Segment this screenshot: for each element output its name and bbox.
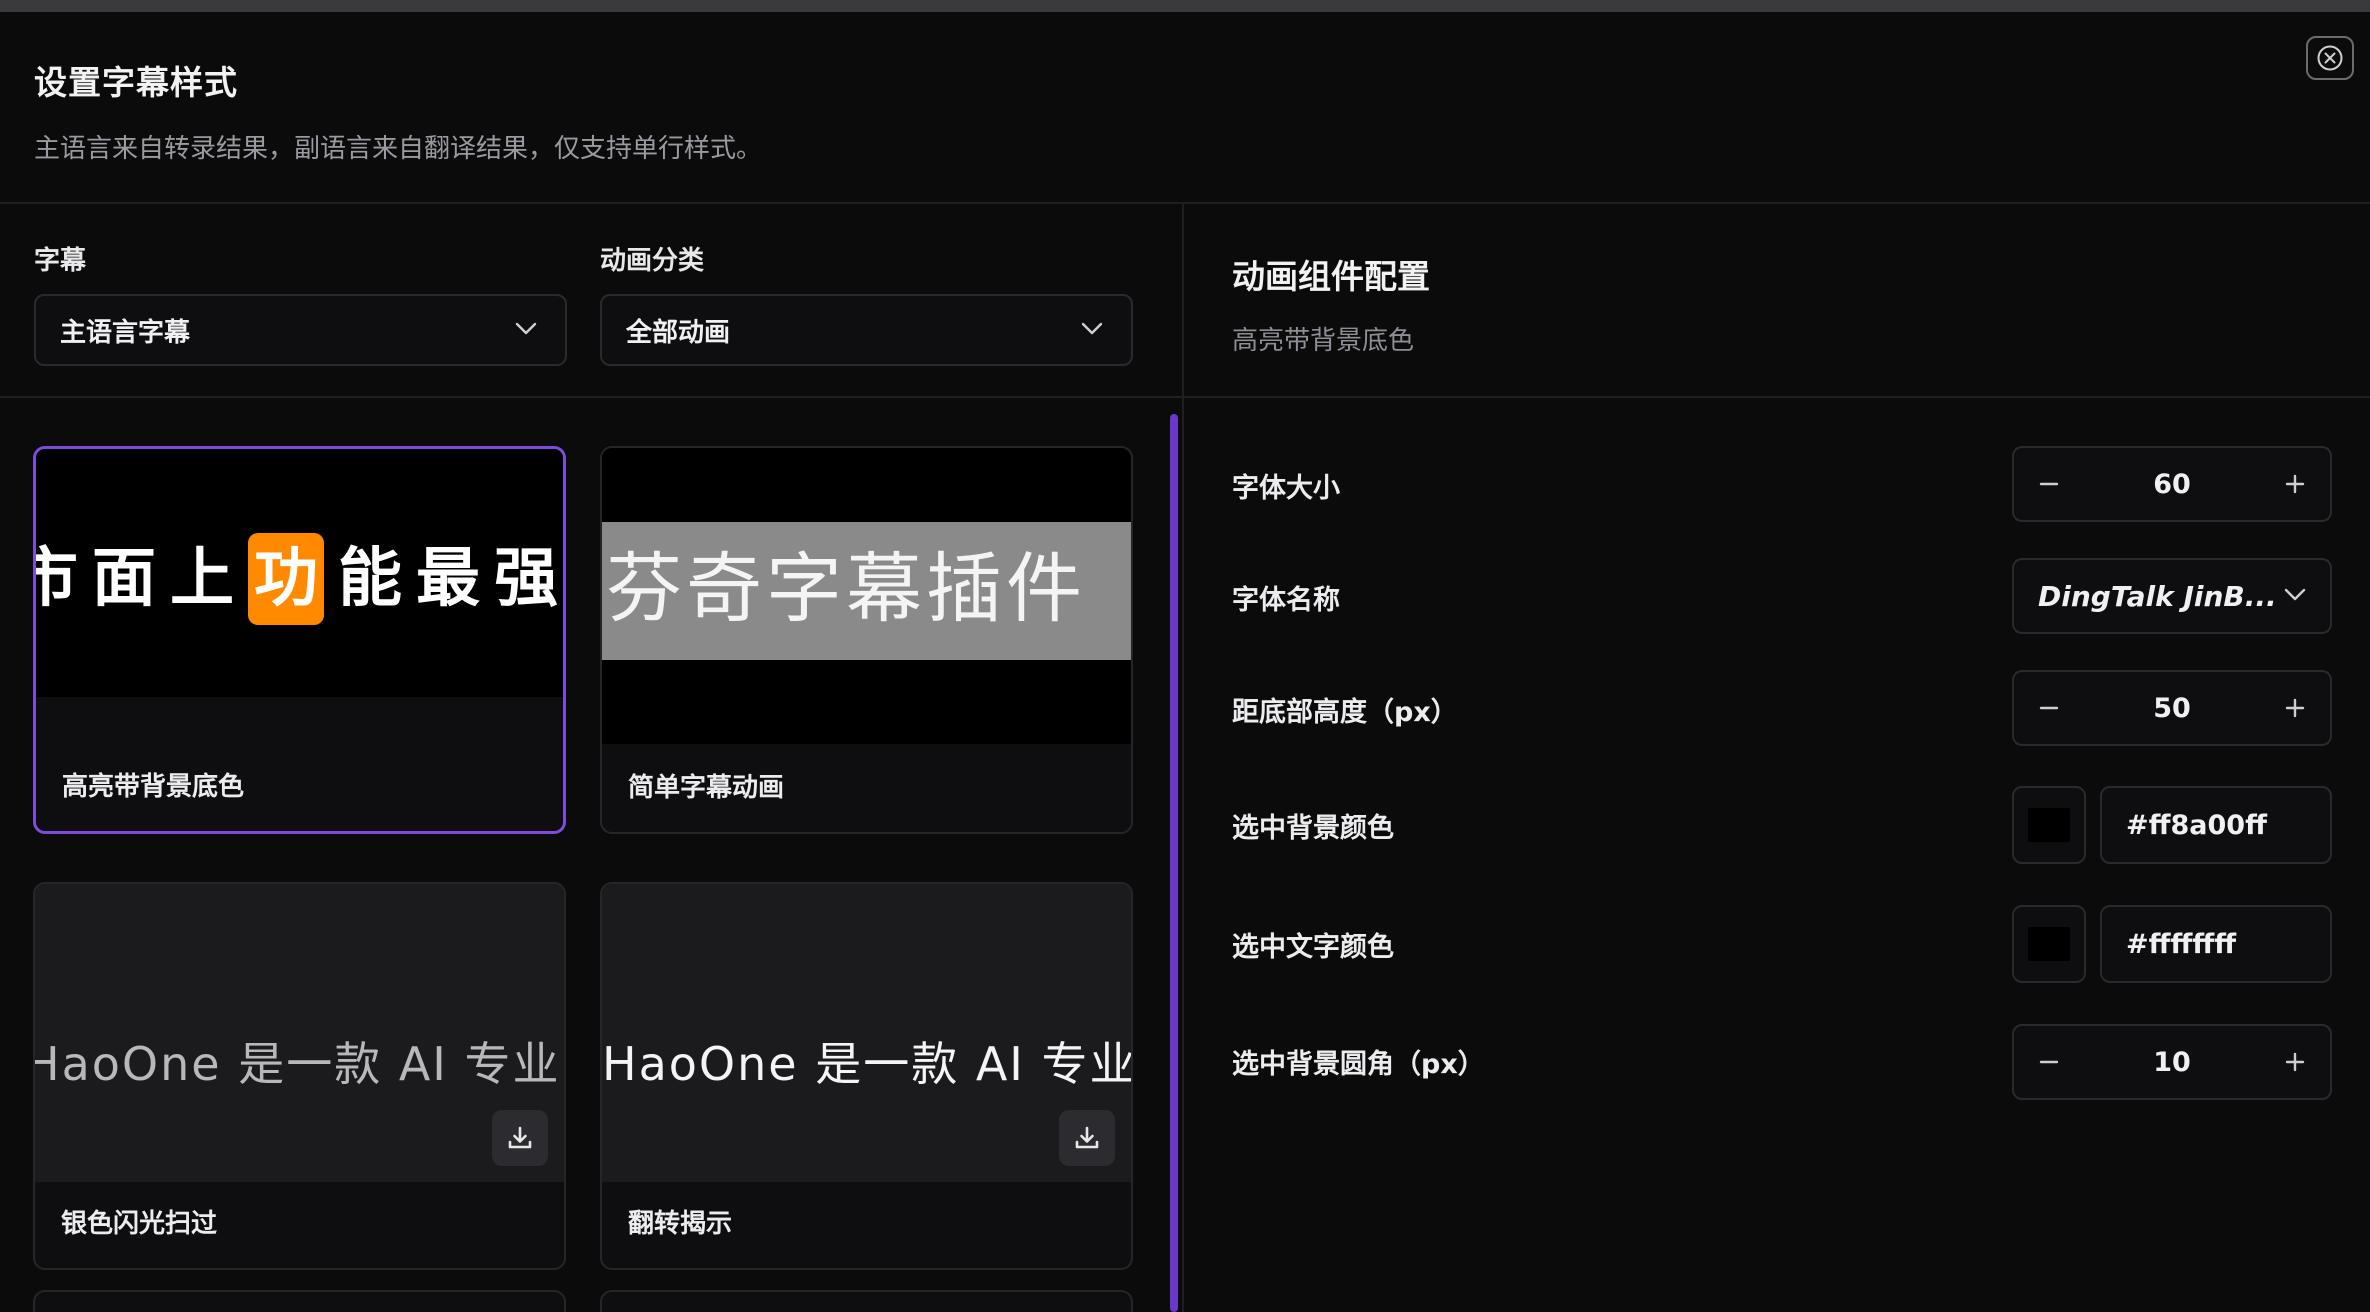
- chevron-down-icon: [1081, 322, 1103, 335]
- increment-button[interactable]: [2260, 448, 2330, 520]
- selected-bg-radius-value[interactable]: 10: [2084, 1026, 2260, 1098]
- preview-char: 能: [338, 542, 402, 616]
- increment-button[interactable]: [2260, 1026, 2330, 1098]
- window-top-bar: [0, 0, 2370, 12]
- preview-char: 强: [494, 542, 558, 616]
- dialog-header: 设置字幕样式 主语言来自转录结果，副语言来自翻译结果，仅支持单行样式。: [0, 12, 2370, 204]
- preview-char: 最: [416, 542, 480, 616]
- panel-subtitle: 高亮带背景底色: [1232, 326, 1415, 356]
- font-name-select[interactable]: DingTalk JinB...: [2012, 558, 2332, 634]
- selected-bg-color-swatch[interactable]: [2012, 786, 2086, 864]
- close-button[interactable]: [2306, 36, 2354, 80]
- category-filter-label: 动画分类: [600, 246, 705, 276]
- card-label: 银色闪光扫过: [61, 1209, 218, 1239]
- minus-icon: [2039, 706, 2059, 710]
- dialog-title: 设置字幕样式: [34, 63, 238, 102]
- download-button[interactable]: [492, 1110, 548, 1166]
- font-name-label: 字体名称: [1232, 585, 1340, 616]
- plus-icon: [2285, 1052, 2305, 1072]
- selected-bg-radius-label: 选中背景圆角（px）: [1232, 1049, 1485, 1080]
- bottom-height-value[interactable]: 50: [2084, 672, 2260, 744]
- panel-divider-vertical: [1182, 204, 1184, 1312]
- card-label: 简单字幕动画: [628, 773, 785, 803]
- plus-icon: [2285, 698, 2305, 718]
- card-preview: HaoOne 是一款 AI 专业: [35, 884, 564, 1182]
- font-size-stepper: 60: [2012, 446, 2332, 522]
- font-size-label: 字体大小: [1232, 473, 1340, 504]
- panel-title: 动画组件配置: [1232, 257, 1430, 296]
- bottom-height-stepper: 50: [2012, 670, 2332, 746]
- card-preview: 市 面 上 功 能 最 强: [36, 449, 563, 697]
- card-label: 高亮带背景底色: [62, 772, 245, 802]
- subtitle-filter-label: 字幕: [34, 246, 87, 276]
- animation-card-simple[interactable]: 芬奇字幕插件 简单字幕动画: [600, 446, 1133, 834]
- selected-text-color-swatch[interactable]: [2012, 905, 2086, 983]
- font-name-value: DingTalk JinB...: [2038, 580, 2277, 613]
- preview-char: 上: [170, 542, 234, 616]
- font-size-value[interactable]: 60: [2084, 448, 2260, 520]
- dialog-subtitle: 主语言来自转录结果，副语言来自翻译结果，仅支持单行样式。: [34, 134, 763, 164]
- subtitle-style-dialog: 设置字幕样式 主语言来自转录结果，副语言来自翻译结果，仅支持单行样式。 字幕 主…: [0, 12, 2370, 1312]
- download-button[interactable]: [1059, 1110, 1115, 1166]
- preview-text: HaoOne 是一款 AI 专业: [35, 1037, 561, 1091]
- selected-bg-color-label: 选中背景颜色: [1232, 813, 1394, 844]
- animation-card-highlight-bg[interactable]: 市 面 上 功 能 最 强 高亮带背景底色: [33, 446, 566, 834]
- category-select[interactable]: 全部动画: [600, 294, 1133, 366]
- decrement-button[interactable]: [2014, 1026, 2084, 1098]
- bottom-height-label: 距底部高度（px）: [1232, 697, 1458, 728]
- preview-char: 市: [36, 533, 78, 625]
- download-icon: [508, 1126, 532, 1149]
- color-chip: [2028, 808, 2070, 842]
- selected-bg-radius-stepper: 10: [2012, 1024, 2332, 1100]
- animation-card-partial[interactable]: [33, 1290, 566, 1312]
- selected-text-color-input[interactable]: [2100, 905, 2332, 983]
- animation-card-silver-shine[interactable]: HaoOne 是一款 AI 专业 银色闪光扫过: [33, 882, 566, 1270]
- download-icon: [1075, 1126, 1099, 1149]
- decrement-button[interactable]: [2014, 448, 2084, 520]
- preview-text: 芬奇字幕插件: [606, 544, 1086, 633]
- category-select-value: 全部动画: [626, 317, 731, 348]
- animation-card-flip-reveal[interactable]: HaoOne 是一款 AI 专业 翻转揭示: [600, 882, 1133, 1270]
- selected-bg-color-input[interactable]: [2100, 786, 2332, 864]
- subtitle-select[interactable]: 主语言字幕: [34, 294, 567, 366]
- close-icon: [2317, 45, 2343, 71]
- chevron-down-icon: [515, 322, 537, 335]
- plus-icon: [2285, 474, 2305, 494]
- filters-divider: [0, 396, 1182, 398]
- card-label: 翻转揭示: [628, 1209, 733, 1239]
- color-chip: [2028, 927, 2070, 961]
- minus-icon: [2039, 1060, 2059, 1064]
- minus-icon: [2039, 482, 2059, 486]
- decrement-button[interactable]: [2014, 672, 2084, 744]
- animation-card-partial[interactable]: [600, 1290, 1133, 1312]
- preview-highlight-char: 功: [248, 533, 324, 625]
- card-preview: HaoOne 是一款 AI 专业: [602, 884, 1131, 1182]
- selected-text-color-label: 选中文字颜色: [1232, 932, 1394, 963]
- subtitle-select-value: 主语言字幕: [60, 317, 191, 348]
- preview-text: HaoOne 是一款 AI 专业: [602, 1037, 1131, 1091]
- chevron-down-icon: [2284, 588, 2306, 601]
- card-preview: 芬奇字幕插件: [602, 448, 1131, 744]
- preview-char: 面: [92, 542, 156, 616]
- increment-button[interactable]: [2260, 672, 2330, 744]
- panel-divider: [1184, 396, 2370, 398]
- cards-scrollbar[interactable]: [1170, 414, 1178, 1312]
